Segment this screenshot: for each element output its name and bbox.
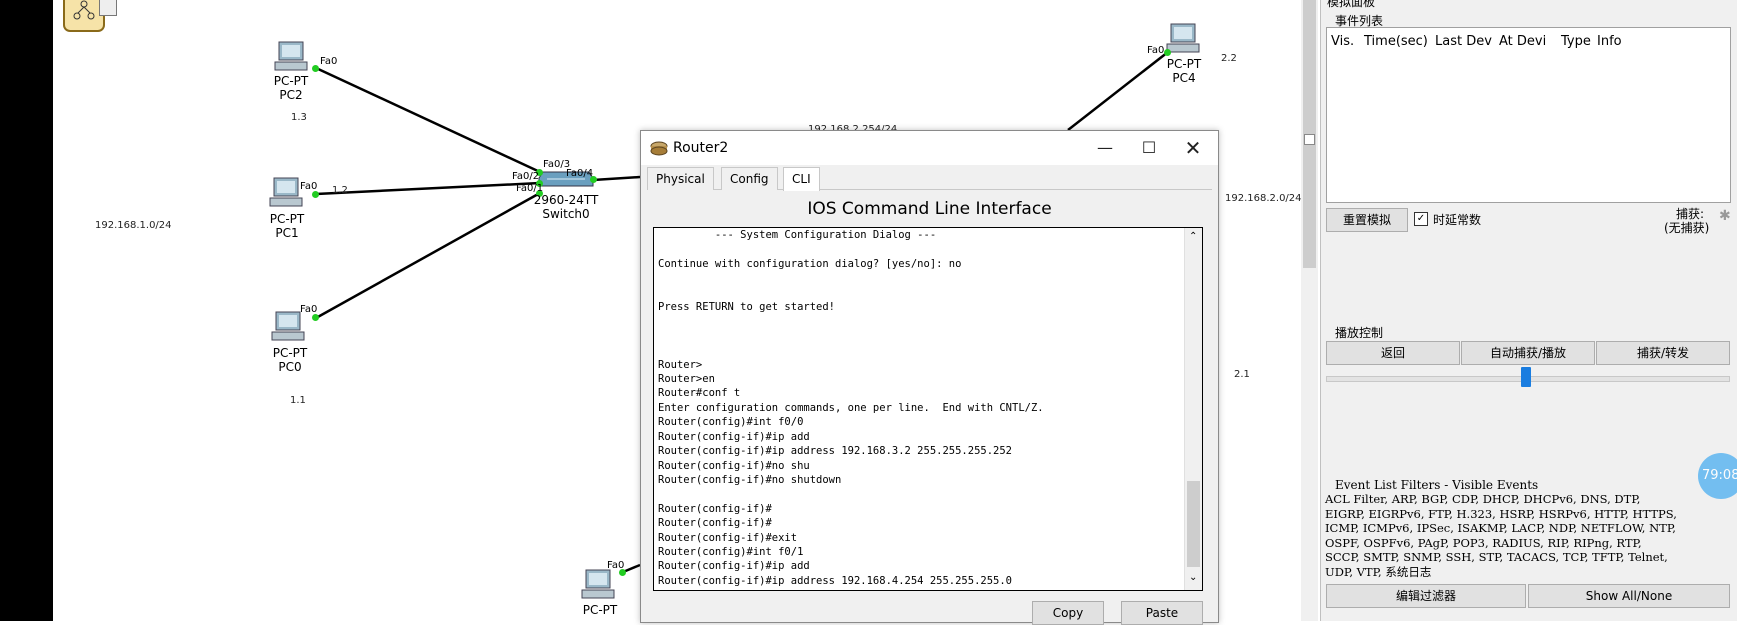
edit-filters-button[interactable]: 编辑过滤器	[1326, 584, 1526, 608]
device-name-label: PC2	[279, 88, 303, 102]
dialog-titlebar[interactable]: Router2 — ☐ ✕	[641, 131, 1218, 165]
cli-heading: IOS Command Line Interface	[807, 199, 1052, 219]
captured-value: (无捕获)	[1664, 221, 1710, 235]
device-name-label: PC4	[1172, 71, 1196, 85]
paste-button[interactable]: Paste	[1121, 601, 1203, 625]
chevron-down-icon[interactable]: ⌄	[1189, 572, 1197, 583]
maximize-icon[interactable]: ☐	[1127, 135, 1171, 161]
workspace-scrollbar[interactable]	[1301, 0, 1318, 621]
dialog-title: Router2	[673, 140, 729, 156]
network-label: 192.168.1.0/24	[95, 220, 172, 231]
router-dialog[interactable]: Router2 — ☐ ✕ Physical Config CLI IOS Co…	[640, 130, 1219, 625]
copy-button[interactable]: Copy	[1032, 601, 1104, 625]
close-icon[interactable]: ✕	[1171, 135, 1215, 161]
filters-title: Event List Filters - Visible Events	[1335, 478, 1539, 492]
capture-forward-button[interactable]: 捕获/转发	[1596, 341, 1730, 365]
router-icon	[650, 141, 668, 156]
device-model-label: 2960-24TT	[533, 193, 599, 207]
column-header[interactable]: At Devi	[1499, 34, 1546, 49]
left-black-border	[0, 0, 53, 621]
device-type-label: PC-PT	[582, 603, 618, 617]
auto-capture-play-button[interactable]: 自动捕获/播放	[1461, 341, 1595, 365]
scroll-grip-icon	[1304, 134, 1315, 145]
tab-cli[interactable]: CLI	[783, 167, 820, 191]
column-header[interactable]: Vis.	[1331, 34, 1354, 49]
pc-icon[interactable]	[273, 40, 309, 74]
link-light	[312, 314, 319, 321]
cli-terminal[interactable]: --- System Configuration Dialog --- Cont…	[653, 227, 1203, 591]
filters-list: ACL Filter, ARP, BGP, CDP, DHCP, DHCPv6,…	[1325, 492, 1677, 579]
port-label: Fa0	[300, 181, 318, 192]
column-header[interactable]: Type	[1561, 34, 1591, 49]
network-label: 192.168.2.0/24	[1225, 193, 1302, 204]
pc-icon[interactable]	[580, 568, 616, 602]
link-pc4-router	[1067, 51, 1169, 131]
device-type-label: PC-PT	[272, 346, 308, 360]
device-type-label: PC-PT	[273, 74, 309, 88]
playback-label: 播放控制	[1335, 326, 1384, 340]
back-button[interactable]: 返回	[1326, 341, 1460, 365]
device-name-label: Switch0	[542, 207, 590, 221]
column-header[interactable]: Time(sec)	[1364, 34, 1428, 49]
constant-delay-checkbox[interactable]: ✓	[1414, 212, 1428, 226]
link-pc0-switch	[315, 191, 541, 320]
panel-title: 模拟面板	[1327, 0, 1376, 9]
ip-label: 1.3	[291, 112, 307, 123]
constant-delay-label: 时延常数	[1433, 213, 1482, 227]
asterisk-icon: ✱	[1719, 208, 1731, 224]
dialog-tabs: Physical Config CLI	[647, 165, 1212, 191]
ip-label: 2.2	[1221, 53, 1237, 64]
port-label: Fa0/4	[566, 168, 594, 179]
cli-scrollbar[interactable]: ⌃ ⌄	[1184, 228, 1202, 590]
port-label: Fa0	[607, 560, 625, 571]
link-light	[1164, 49, 1171, 56]
ip-label: 2.1	[1234, 369, 1250, 380]
event-list-table[interactable]: Vis. Time(sec) Last Dev At Devi Type Inf…	[1326, 27, 1731, 203]
pc-icon[interactable]	[268, 176, 304, 210]
pc-icon[interactable]	[270, 310, 306, 344]
link-switch-router	[592, 175, 641, 182]
ip-label: 1.2	[332, 185, 348, 196]
port-label: Fa0/2	[512, 171, 540, 182]
column-header[interactable]: Info	[1597, 34, 1622, 49]
link-pc1-switch	[315, 181, 541, 196]
chevron-up-icon[interactable]: ⌃	[1189, 231, 1197, 242]
simulation-panel: 模拟面板 事件列表 Vis. Time(sec) Last Dev At Dev…	[1320, 0, 1737, 621]
cli-output[interactable]: --- System Configuration Dialog --- Cont…	[654, 228, 1202, 588]
tab-physical[interactable]: Physical	[647, 167, 714, 190]
link-light	[312, 65, 319, 72]
show-all-none-button[interactable]: Show All/None	[1528, 584, 1730, 608]
link-light	[312, 191, 319, 198]
port-label: Fa0	[320, 56, 338, 67]
speed-slider-thumb[interactable]	[1521, 367, 1531, 387]
device-type-label: PC-PT	[269, 212, 305, 226]
cli-scrollbar-thumb[interactable]	[1187, 481, 1200, 567]
device-type-label: PC-PT	[1166, 57, 1202, 71]
column-header[interactable]: Last Dev	[1435, 34, 1492, 49]
port-label: Fa0	[1147, 45, 1165, 56]
minimize-icon[interactable]: —	[1083, 135, 1127, 161]
link-pc2-switch	[315, 66, 541, 174]
tab-config[interactable]: Config	[721, 167, 778, 190]
reset-simulation-button[interactable]: 重置模拟	[1326, 208, 1408, 232]
device-name-label: PC1	[275, 226, 299, 240]
ip-label: 1.1	[290, 395, 306, 406]
port-label: Fa0	[300, 304, 318, 315]
device-name-label: PC0	[278, 360, 302, 374]
